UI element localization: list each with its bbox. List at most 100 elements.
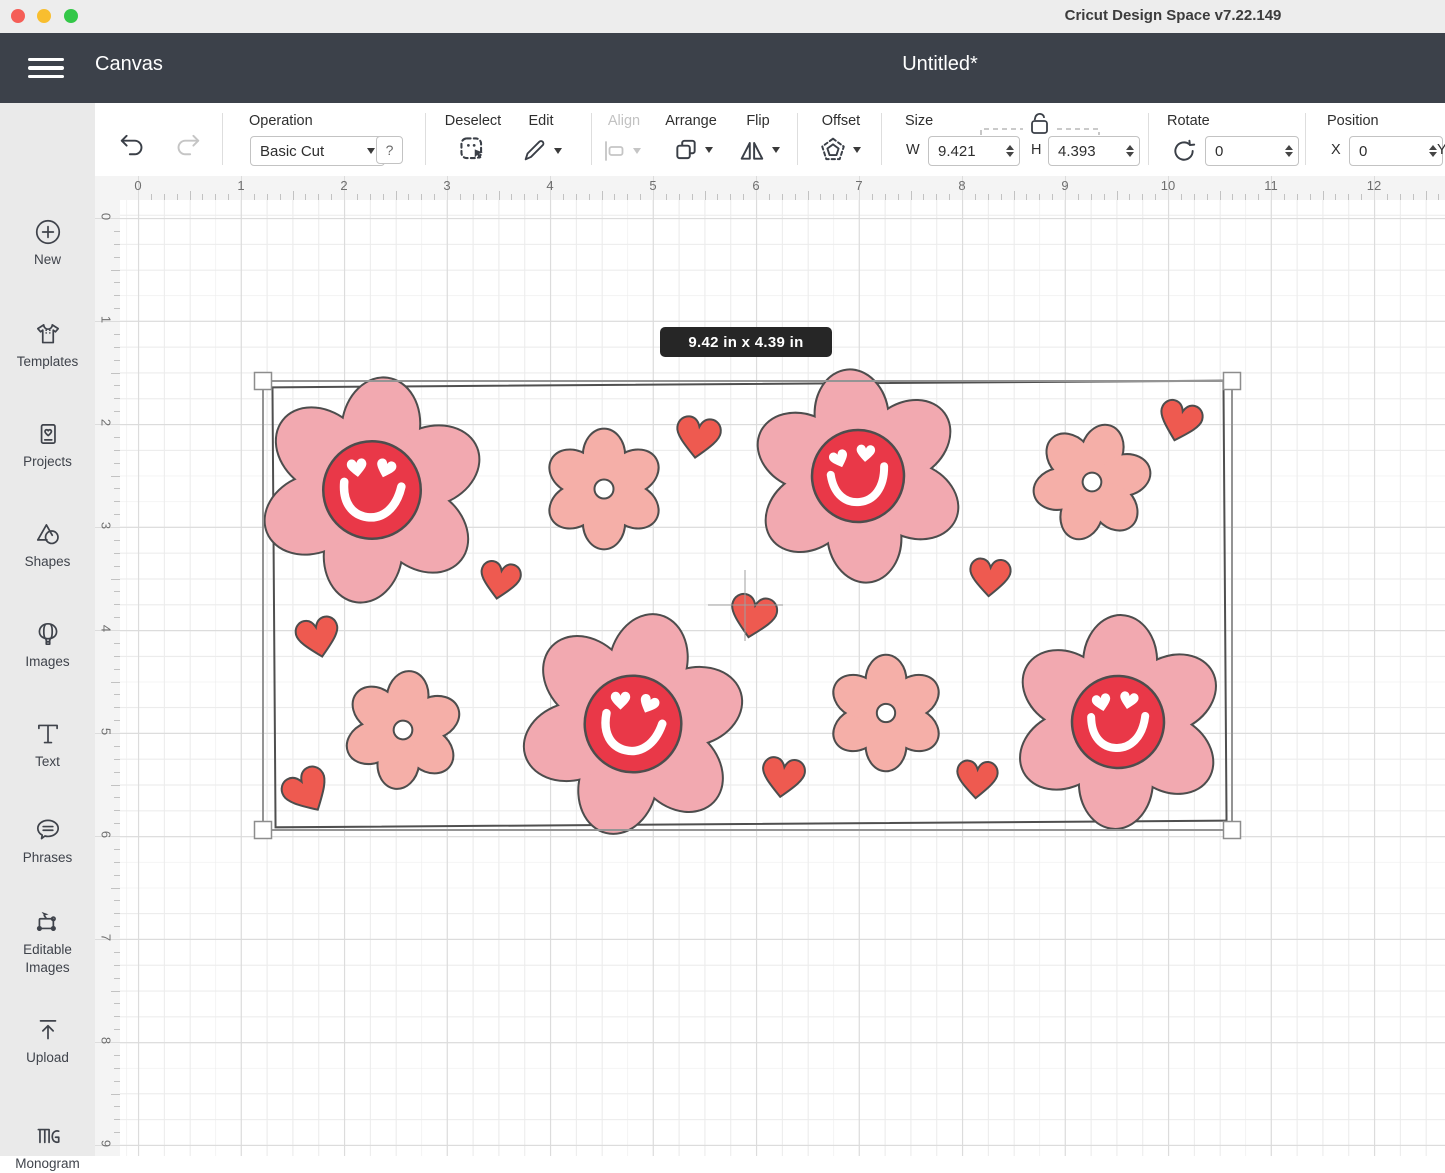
new-icon	[33, 217, 63, 247]
smiley-flower-shape[interactable]	[494, 588, 772, 860]
flip-button[interactable]	[739, 137, 780, 163]
speech-bubble-icon	[33, 815, 63, 845]
selection-handle[interactable]	[255, 822, 272, 839]
chevron-down-icon	[554, 148, 562, 154]
position-y-label: Y	[1437, 142, 1445, 158]
height-label: H	[1031, 142, 1041, 158]
width-input[interactable]: 9.421	[928, 136, 1020, 166]
small-flower-shape[interactable]	[543, 430, 666, 549]
heart-shape[interactable]	[673, 415, 722, 461]
offset-button[interactable]	[819, 136, 861, 164]
sidebar-item-images[interactable]: Images	[0, 619, 95, 671]
height-value: 4.393	[1058, 143, 1122, 160]
width-stepper[interactable]	[1002, 145, 1014, 158]
align-icon	[601, 139, 627, 163]
window-title: Cricut Design Space v7.22.149	[1065, 7, 1282, 24]
shapes-icon	[33, 519, 63, 549]
heart-shape[interactable]	[1154, 397, 1205, 446]
sidebar-item-phrases[interactable]: Phrases	[0, 815, 95, 867]
position-x-stepper[interactable]	[1425, 145, 1437, 158]
position-x-value: 0	[1359, 143, 1425, 160]
flip-label: Flip	[730, 113, 786, 129]
deselect-button[interactable]	[458, 135, 488, 165]
rotate-icon	[1171, 138, 1197, 164]
small-flower-shape[interactable]	[335, 664, 471, 796]
operation-select[interactable]: Basic Cut	[250, 136, 385, 166]
hot-air-balloon-icon	[33, 619, 63, 649]
chevron-down-icon	[853, 147, 861, 153]
small-flower-shape[interactable]	[827, 656, 946, 770]
sidebar-item-templates[interactable]: Templates	[0, 319, 95, 371]
sidebar-item-text[interactable]: Text	[0, 719, 95, 771]
selection-handle[interactable]	[1224, 373, 1241, 390]
height-stepper[interactable]	[1122, 145, 1134, 158]
undo-button[interactable]	[117, 131, 147, 159]
app-header: Canvas Untitled*	[0, 33, 1445, 103]
heart-shape[interactable]	[759, 756, 806, 800]
macos-titlebar: Cricut Design Space v7.22.149	[0, 0, 1445, 34]
heart-shape[interactable]	[277, 762, 337, 821]
rotate-button[interactable]	[1171, 138, 1197, 164]
edit-toolbar: Operation Basic Cut ? Deselect Edit Alig…	[95, 103, 1445, 177]
sidebar-item-shapes[interactable]: Shapes	[0, 519, 95, 571]
redo-button[interactable]	[173, 131, 203, 159]
monogram-icon	[33, 1121, 63, 1151]
close-window-button[interactable]	[11, 9, 25, 23]
heart-shape[interactable]	[477, 559, 522, 601]
smiley-flower-shape[interactable]	[1005, 612, 1232, 832]
editable-images-icon	[33, 907, 63, 937]
document-title[interactable]: Untitled*	[902, 53, 978, 76]
rotate-stepper[interactable]	[1281, 145, 1293, 158]
redo-icon	[173, 131, 203, 159]
menu-icon[interactable]	[28, 52, 66, 84]
sidebar-item-editable-images[interactable]: Editable Images	[0, 907, 95, 976]
smiley-flower-shape[interactable]	[241, 363, 503, 618]
width-value: 9.421	[938, 143, 1002, 160]
canvas-area[interactable]: 9.42 in x 4.39 in	[120, 200, 1445, 1156]
selection-handle[interactable]	[1224, 822, 1241, 839]
heart-shape[interactable]	[726, 592, 779, 642]
position-x-input[interactable]: 0	[1349, 136, 1443, 166]
operation-help-button[interactable]: ?	[376, 136, 403, 164]
heart-shape[interactable]	[294, 615, 343, 661]
chevron-down-icon	[772, 147, 780, 153]
heart-shape[interactable]	[969, 558, 1012, 598]
undo-icon	[117, 131, 147, 159]
size-lock-icon[interactable]	[973, 109, 1107, 137]
deselect-icon	[458, 135, 488, 165]
offset-icon	[819, 136, 847, 164]
horizontal-ruler: 0123456789101112	[120, 176, 1445, 201]
arrange-button[interactable]	[673, 137, 713, 163]
view-title: Canvas	[95, 53, 163, 76]
zoom-window-button[interactable]	[64, 9, 78, 23]
chevron-down-icon	[633, 148, 641, 154]
position-x-label: X	[1331, 142, 1341, 158]
sidebar-item-upload[interactable]: Upload	[0, 1015, 95, 1067]
upload-icon	[33, 1015, 63, 1045]
chevron-down-icon	[705, 147, 713, 153]
small-flower-shape[interactable]	[1017, 408, 1168, 556]
flip-icon	[739, 137, 766, 163]
heart-shape[interactable]	[956, 760, 999, 800]
sidebar-item-monogram[interactable]: Monogram	[0, 1121, 95, 1173]
edit-button[interactable]	[521, 137, 562, 164]
rotate-label: Rotate	[1167, 113, 1210, 129]
sidebar-item-new[interactable]: New	[0, 217, 95, 269]
arrange-icon	[673, 137, 699, 163]
sidebar-item-projects[interactable]: Projects	[0, 419, 95, 471]
sidebar: New Templates Projects Shapes Images Tex…	[0, 103, 96, 1156]
operation-label: Operation	[249, 113, 313, 129]
selection-handle[interactable]	[255, 373, 272, 390]
width-label: W	[906, 142, 920, 158]
edit-label: Edit	[515, 113, 567, 129]
offset-label: Offset	[807, 113, 875, 129]
align-label: Align	[594, 113, 654, 129]
size-tooltip: 9.42 in x 4.39 in	[660, 327, 832, 357]
smiley-flower-shape[interactable]	[738, 359, 979, 593]
rotate-input[interactable]: 0	[1205, 136, 1299, 166]
align-button[interactable]	[601, 139, 641, 163]
height-input[interactable]: 4.393	[1048, 136, 1140, 166]
text-icon	[33, 719, 63, 749]
rotate-value: 0	[1215, 143, 1281, 160]
minimize-window-button[interactable]	[37, 9, 51, 23]
